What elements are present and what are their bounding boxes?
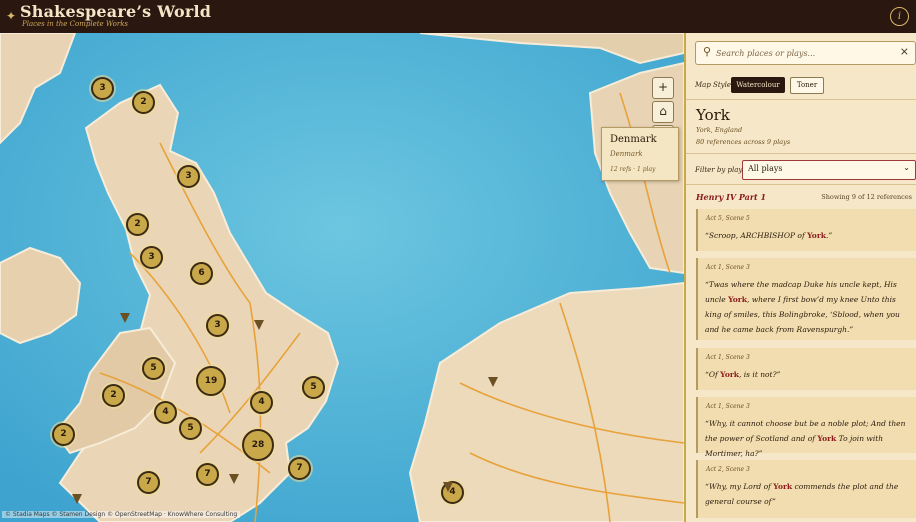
watercolour-style-button[interactable]: Watercolour xyxy=(731,77,785,93)
home-button[interactable]: ⌂ xyxy=(652,101,674,123)
cluster-marker[interactable]: 6 xyxy=(190,262,213,285)
location-pin-icon[interactable] xyxy=(488,377,498,387)
quote-act: Act 1, Scene 3 xyxy=(706,264,750,271)
quote-card[interactable]: Act 2, Scene 3 “Why, my Lord of York com… xyxy=(696,460,916,518)
compass-icon: ✦ xyxy=(6,9,17,23)
map-attribution[interactable]: © Stadia Maps © Stamen Design © OpenStre… xyxy=(2,511,241,518)
quote-text: “Twas where the madcap Duke his uncle ke… xyxy=(705,280,900,334)
quote-text: “Why, my Lord of York commends the plot … xyxy=(705,482,899,506)
quote-card[interactable]: Act 1, Scene 3 “Twas where the madcap Du… xyxy=(696,258,916,340)
filter-label: Filter by play: xyxy=(695,166,745,174)
quote-text: “Why, it cannot choose but be a noble pl… xyxy=(705,419,906,458)
app-subtitle: Places in the Complete Works xyxy=(22,20,129,28)
cluster-marker[interactable]: 3 xyxy=(177,165,200,188)
cluster-marker[interactable]: 7 xyxy=(288,457,311,480)
map-style-label: Map Style: xyxy=(695,81,734,89)
cluster-marker[interactable]: 5 xyxy=(142,357,165,380)
cluster-marker[interactable]: 4 xyxy=(250,391,273,414)
quote-card[interactable]: Act 1, Scene 3 “Why, it cannot choose bu… xyxy=(696,397,916,458)
cluster-marker[interactable]: 5 xyxy=(179,417,202,440)
showing-count: Showing 9 of 12 references xyxy=(821,193,912,201)
cluster-marker[interactable]: 28 xyxy=(242,429,274,461)
quote-card[interactable]: Act 1, Scene 3 “Of York, is it not?” xyxy=(696,348,916,390)
top-bar: ✦ Shakespeare’s World Places in the Comp… xyxy=(0,0,916,33)
cluster-marker[interactable]: 3 xyxy=(140,246,163,269)
cluster-marker[interactable]: 7 xyxy=(137,471,160,494)
divider xyxy=(686,153,916,154)
location-pin-icon[interactable] xyxy=(443,482,453,492)
location-pin-icon[interactable] xyxy=(120,313,130,323)
map-base-layer xyxy=(0,33,684,522)
quote-act: Act 1, Scene 3 xyxy=(706,354,750,361)
app-title: Shakespeare’s World xyxy=(20,2,212,21)
location-pin-icon[interactable] xyxy=(72,494,82,504)
search-box[interactable]: ⚲ × xyxy=(695,41,916,65)
filter-selected-value: All plays xyxy=(748,164,783,173)
quote-keyword: York xyxy=(773,482,793,491)
cluster-marker[interactable]: 2 xyxy=(102,384,125,407)
details-panel: ⚲ × Map Style: Watercolour Toner York Yo… xyxy=(684,33,916,522)
quote-text: “Of York, is it not?” xyxy=(705,370,781,379)
quote-act: Act 2, Scene 3 xyxy=(706,466,750,473)
zoom-in-button[interactable]: + xyxy=(652,77,674,99)
location-icon: ⚲ xyxy=(703,45,712,58)
play-filter-select[interactable]: All plays ⌄ xyxy=(742,160,916,180)
info-icon: i xyxy=(897,11,902,22)
play-title[interactable]: Henry IV Part 1 xyxy=(696,192,766,202)
divider xyxy=(686,99,916,100)
toner-style-button[interactable]: Toner xyxy=(790,77,824,94)
cluster-marker[interactable]: 2 xyxy=(132,91,155,114)
popup-refs: 12 refs · 1 play xyxy=(610,166,656,173)
divider xyxy=(686,184,916,185)
cluster-marker[interactable]: 4 xyxy=(154,401,177,424)
quote-act: Act 5, Scene 5 xyxy=(706,215,750,222)
cluster-marker[interactable]: 3 xyxy=(206,314,229,337)
location-pin-icon[interactable] xyxy=(254,320,264,330)
quote-card[interactable]: Act 5, Scene 5 “Scroop, ARCHBISHOP of Yo… xyxy=(696,209,916,251)
quote-keyword: York xyxy=(728,295,747,304)
location-pin-icon[interactable] xyxy=(229,474,239,484)
popup-country: Denmark xyxy=(610,150,643,158)
place-reference-count: 80 references across 9 plays xyxy=(696,138,791,146)
quote-text: “Scroop, ARCHBISHOP of York.” xyxy=(705,231,833,240)
cluster-marker[interactable]: 19 xyxy=(196,366,226,396)
info-button[interactable]: i xyxy=(890,7,909,26)
quote-keyword: York xyxy=(807,231,826,240)
cluster-marker[interactable]: 5 xyxy=(302,376,325,399)
quote-act: Act 1, Scene 3 xyxy=(706,403,750,410)
cluster-marker[interactable]: 3 xyxy=(91,77,114,100)
search-input[interactable] xyxy=(714,45,900,62)
quote-keyword: York xyxy=(817,434,837,443)
cluster-marker[interactable]: 2 xyxy=(126,213,149,236)
clear-search-button[interactable]: × xyxy=(900,45,909,58)
cluster-marker[interactable]: 2 xyxy=(52,423,75,446)
place-popup: Denmark Denmark 12 refs · 1 play xyxy=(601,127,679,181)
place-title: York xyxy=(696,106,730,124)
quote-keyword: York xyxy=(720,370,740,379)
place-location: York, England xyxy=(696,126,743,134)
map-view[interactable]: 3 2 3 2 3 6 3 5 19 2 4 4 5 5 28 2 7 7 7 … xyxy=(0,33,684,522)
cluster-marker[interactable]: 7 xyxy=(196,463,219,486)
map-style-switcher: Map Style: Watercolour Toner xyxy=(695,77,915,95)
chevron-down-icon: ⌄ xyxy=(903,163,910,172)
popup-place-name: Denmark xyxy=(610,134,657,145)
